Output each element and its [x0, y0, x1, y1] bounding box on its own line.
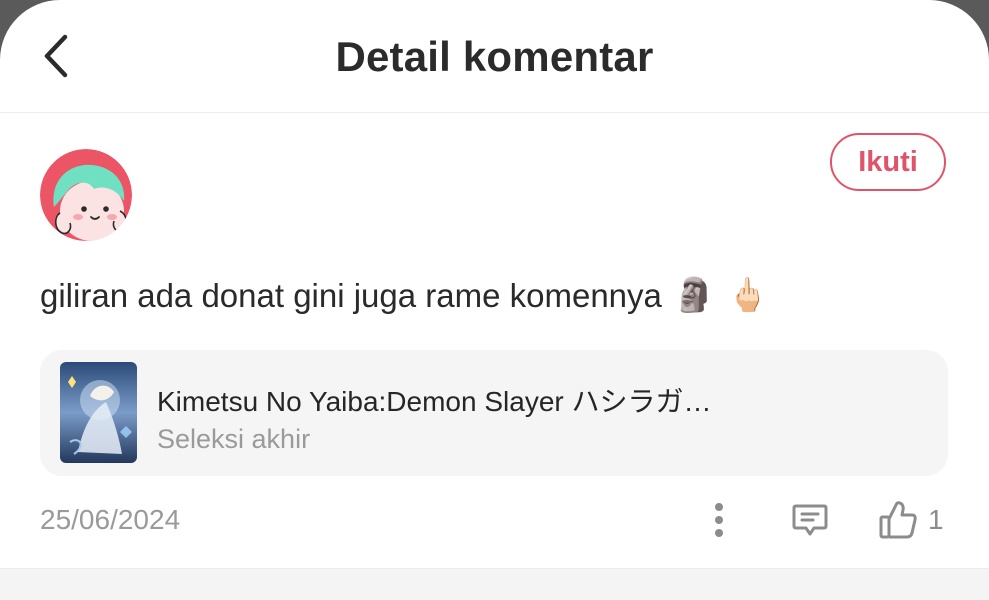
like-button[interactable]: 1 [878, 496, 944, 544]
header: Detail komentar [0, 0, 989, 113]
section-divider [0, 568, 989, 600]
like-count: 1 [928, 504, 944, 535]
avatar[interactable] [40, 149, 132, 241]
page-title: Detail komentar [335, 33, 654, 80]
thumbs-up-icon [879, 501, 917, 539]
middle-finger-emoji: 🖕🏻 [727, 276, 769, 313]
follow-button[interactable]: Ikuti [830, 133, 946, 191]
book-card[interactable]: Kimetsu No Yaiba:Demon Slayer ハシラガ… Sele… [40, 350, 948, 476]
more-options-button[interactable] [700, 497, 738, 543]
reply-button[interactable] [787, 497, 833, 543]
book-title: Kimetsu No Yaiba:Demon Slayer ハシラガ… [157, 386, 712, 417]
comment-body: giliran ada donat gini juga rame komenny… [40, 276, 662, 314]
book-cover-image [60, 362, 137, 463]
comment-date: 25/06/2024 [40, 504, 181, 535]
comment-text: giliran ada donat gini juga rame komenny… [40, 276, 768, 315]
moai-emoji: 🗿 [673, 276, 715, 313]
book-subtitle: Seleksi akhir [157, 424, 311, 454]
comment-icon [792, 504, 828, 536]
more-vertical-icon [715, 503, 723, 537]
comment-detail-sheet: Detail komentar Ikuti giliran ada donat … [0, 0, 989, 600]
